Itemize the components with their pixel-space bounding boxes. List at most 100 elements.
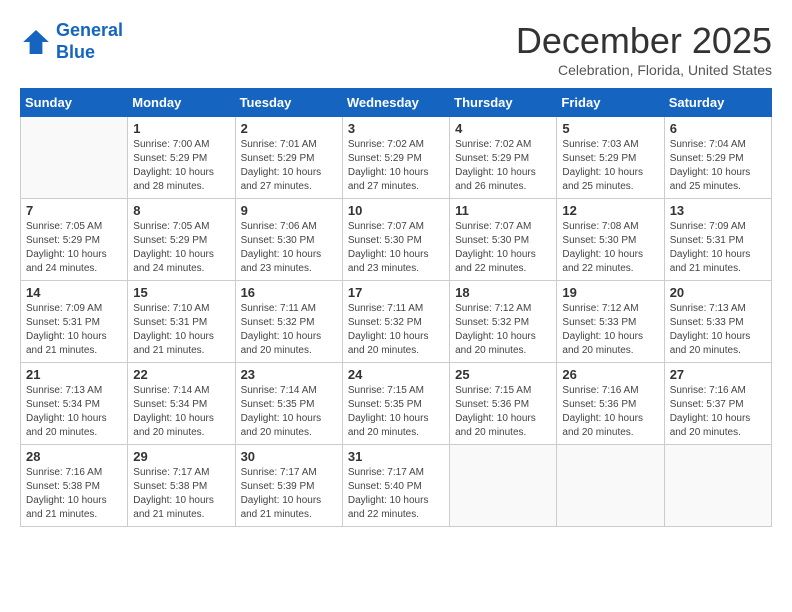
calendar-week-row: 28 Sunrise: 7:16 AMSunset: 5:38 PMDayligh…	[21, 445, 772, 527]
calendar-header-row: SundayMondayTuesdayWednesdayThursdayFrid…	[21, 89, 772, 117]
calendar-day-cell: 5Sunrise: 7:03 AMSunset: 5:29 PMDaylight…	[557, 117, 664, 199]
day-info: Sunrise: 7:17 AMSunset: 5:38 PMDaylight:…	[133, 466, 229, 522]
day-info: Sunrise: 7:07 AMSunset: 5:30 PMDaylight:…	[455, 220, 551, 276]
day-number: 6	[670, 121, 766, 136]
calendar-day-cell: 27 Sunrise: 7:16 AMSunset: 5:37 PMDayligh…	[664, 363, 771, 445]
logo-icon	[20, 26, 52, 58]
calendar-day-cell: 8 Sunrise: 7:05 AMSunset: 5:29 PMDaylight…	[128, 199, 235, 281]
calendar-week-row: 14Sunrise: 7:09 AMSunset: 5:31 PMDayligh…	[21, 281, 772, 363]
weekday-header: Friday	[557, 89, 664, 117]
calendar-day-cell: 17 Sunrise: 7:11 AMSunset: 5:32 PMDayligh…	[342, 281, 449, 363]
day-number: 8	[133, 203, 229, 218]
day-info: Sunrise: 7:12 AMSunset: 5:33 PMDaylight:…	[562, 302, 658, 358]
calendar-day-cell	[21, 117, 128, 199]
calendar-day-cell: 4 Sunrise: 7:02 AMSunset: 5:29 PMDaylight…	[450, 117, 557, 199]
day-info: Sunrise: 7:11 AMSunset: 5:32 PMDaylight:…	[348, 302, 444, 358]
day-number: 11	[455, 203, 551, 218]
calendar-day-cell: 28 Sunrise: 7:16 AMSunset: 5:38 PMDayligh…	[21, 445, 128, 527]
calendar-day-cell: 7 Sunrise: 7:05 AMSunset: 5:29 PMDaylight…	[21, 199, 128, 281]
calendar-day-cell: 16 Sunrise: 7:11 AMSunset: 5:32 PMDayligh…	[235, 281, 342, 363]
day-info: Sunrise: 7:02 AMSunset: 5:29 PMDaylight:…	[455, 138, 551, 194]
logo-line1: General	[56, 20, 123, 40]
calendar-day-cell: 13Sunrise: 7:09 AMSunset: 5:31 PMDayligh…	[664, 199, 771, 281]
day-number: 29	[133, 449, 229, 464]
title-block: December 2025 Celebration, Florida, Unit…	[516, 20, 772, 78]
day-number: 19	[562, 285, 658, 300]
day-info: Sunrise: 7:14 AMSunset: 5:35 PMDaylight:…	[241, 384, 337, 440]
day-info: Sunrise: 7:16 AMSunset: 5:36 PMDaylight:…	[562, 384, 658, 440]
day-info: Sunrise: 7:01 AMSunset: 5:29 PMDaylight:…	[241, 138, 337, 194]
calendar-day-cell: 10Sunrise: 7:07 AMSunset: 5:30 PMDayligh…	[342, 199, 449, 281]
calendar-day-cell: 18 Sunrise: 7:12 AMSunset: 5:32 PMDayligh…	[450, 281, 557, 363]
calendar-day-cell	[450, 445, 557, 527]
calendar-week-row: 1Sunrise: 7:00 AMSunset: 5:29 PMDaylight…	[21, 117, 772, 199]
day-number: 22	[133, 367, 229, 382]
day-number: 12	[562, 203, 658, 218]
day-number: 7	[26, 203, 122, 218]
day-info: Sunrise: 7:16 AMSunset: 5:37 PMDaylight:…	[670, 384, 766, 440]
day-info: Sunrise: 7:08 AMSunset: 5:30 PMDaylight:…	[562, 220, 658, 276]
day-number: 13	[670, 203, 766, 218]
calendar-day-cell: 20 Sunrise: 7:13 AMSunset: 5:33 PMDayligh…	[664, 281, 771, 363]
logo-line2: Blue	[56, 42, 123, 64]
day-number: 9	[241, 203, 337, 218]
day-number: 1	[133, 121, 229, 136]
day-info: Sunrise: 7:13 AMSunset: 5:33 PMDaylight:…	[670, 302, 766, 358]
day-number: 2	[241, 121, 337, 136]
day-number: 24	[348, 367, 444, 382]
day-number: 27	[670, 367, 766, 382]
weekday-header: Sunday	[21, 89, 128, 117]
day-info: Sunrise: 7:15 AMSunset: 5:35 PMDaylight:…	[348, 384, 444, 440]
calendar-day-cell: 31Sunrise: 7:17 AMSunset: 5:40 PMDayligh…	[342, 445, 449, 527]
calendar-week-row: 7 Sunrise: 7:05 AMSunset: 5:29 PMDaylight…	[21, 199, 772, 281]
calendar-day-cell: 29 Sunrise: 7:17 AMSunset: 5:38 PMDayligh…	[128, 445, 235, 527]
calendar-day-cell: 2 Sunrise: 7:01 AMSunset: 5:29 PMDaylight…	[235, 117, 342, 199]
day-info: Sunrise: 7:11 AMSunset: 5:32 PMDaylight:…	[241, 302, 337, 358]
calendar-day-cell: 6 Sunrise: 7:04 AMSunset: 5:29 PMDaylight…	[664, 117, 771, 199]
calendar-day-cell	[664, 445, 771, 527]
calendar-subtitle: Celebration, Florida, United States	[516, 62, 772, 78]
day-number: 17	[348, 285, 444, 300]
calendar-day-cell: 12 Sunrise: 7:08 AMSunset: 5:30 PMDayligh…	[557, 199, 664, 281]
calendar-day-cell: 25Sunrise: 7:15 AMSunset: 5:36 PMDayligh…	[450, 363, 557, 445]
day-info: Sunrise: 7:13 AMSunset: 5:34 PMDaylight:…	[26, 384, 122, 440]
calendar-table: SundayMondayTuesdayWednesdayThursdayFrid…	[20, 88, 772, 527]
day-number: 18	[455, 285, 551, 300]
day-number: 31	[348, 449, 444, 464]
weekday-header: Tuesday	[235, 89, 342, 117]
day-number: 4	[455, 121, 551, 136]
day-info: Sunrise: 7:17 AMSunset: 5:39 PMDaylight:…	[241, 466, 337, 522]
day-info: Sunrise: 7:05 AMSunset: 5:29 PMDaylight:…	[133, 220, 229, 276]
weekday-header: Thursday	[450, 89, 557, 117]
day-info: Sunrise: 7:05 AMSunset: 5:29 PMDaylight:…	[26, 220, 122, 276]
logo: General Blue	[20, 20, 123, 63]
day-info: Sunrise: 7:07 AMSunset: 5:30 PMDaylight:…	[348, 220, 444, 276]
page-header: General Blue December 2025 Celebration, …	[20, 20, 772, 78]
day-number: 15	[133, 285, 229, 300]
calendar-day-cell: 23 Sunrise: 7:14 AMSunset: 5:35 PMDayligh…	[235, 363, 342, 445]
day-number: 14	[26, 285, 122, 300]
calendar-day-cell: 24 Sunrise: 7:15 AMSunset: 5:35 PMDayligh…	[342, 363, 449, 445]
day-info: Sunrise: 7:16 AMSunset: 5:38 PMDaylight:…	[26, 466, 122, 522]
day-info: Sunrise: 7:14 AMSunset: 5:34 PMDaylight:…	[133, 384, 229, 440]
day-number: 28	[26, 449, 122, 464]
day-info: Sunrise: 7:12 AMSunset: 5:32 PMDaylight:…	[455, 302, 551, 358]
day-info: Sunrise: 7:03 AMSunset: 5:29 PMDaylight:…	[562, 138, 658, 194]
day-number: 23	[241, 367, 337, 382]
calendar-day-cell: 30 Sunrise: 7:17 AMSunset: 5:39 PMDayligh…	[235, 445, 342, 527]
day-number: 26	[562, 367, 658, 382]
day-number: 25	[455, 367, 551, 382]
calendar-day-cell: 15Sunrise: 7:10 AMSunset: 5:31 PMDayligh…	[128, 281, 235, 363]
day-number: 16	[241, 285, 337, 300]
calendar-day-cell	[557, 445, 664, 527]
calendar-day-cell: 14Sunrise: 7:09 AMSunset: 5:31 PMDayligh…	[21, 281, 128, 363]
day-number: 30	[241, 449, 337, 464]
calendar-day-cell: 9Sunrise: 7:06 AMSunset: 5:30 PMDaylight…	[235, 199, 342, 281]
weekday-header: Monday	[128, 89, 235, 117]
calendar-title: December 2025	[516, 20, 772, 62]
calendar-day-cell: 21Sunrise: 7:13 AMSunset: 5:34 PMDayligh…	[21, 363, 128, 445]
day-number: 20	[670, 285, 766, 300]
calendar-day-cell: 11 Sunrise: 7:07 AMSunset: 5:30 PMDayligh…	[450, 199, 557, 281]
day-number: 3	[348, 121, 444, 136]
day-info: Sunrise: 7:04 AMSunset: 5:29 PMDaylight:…	[670, 138, 766, 194]
